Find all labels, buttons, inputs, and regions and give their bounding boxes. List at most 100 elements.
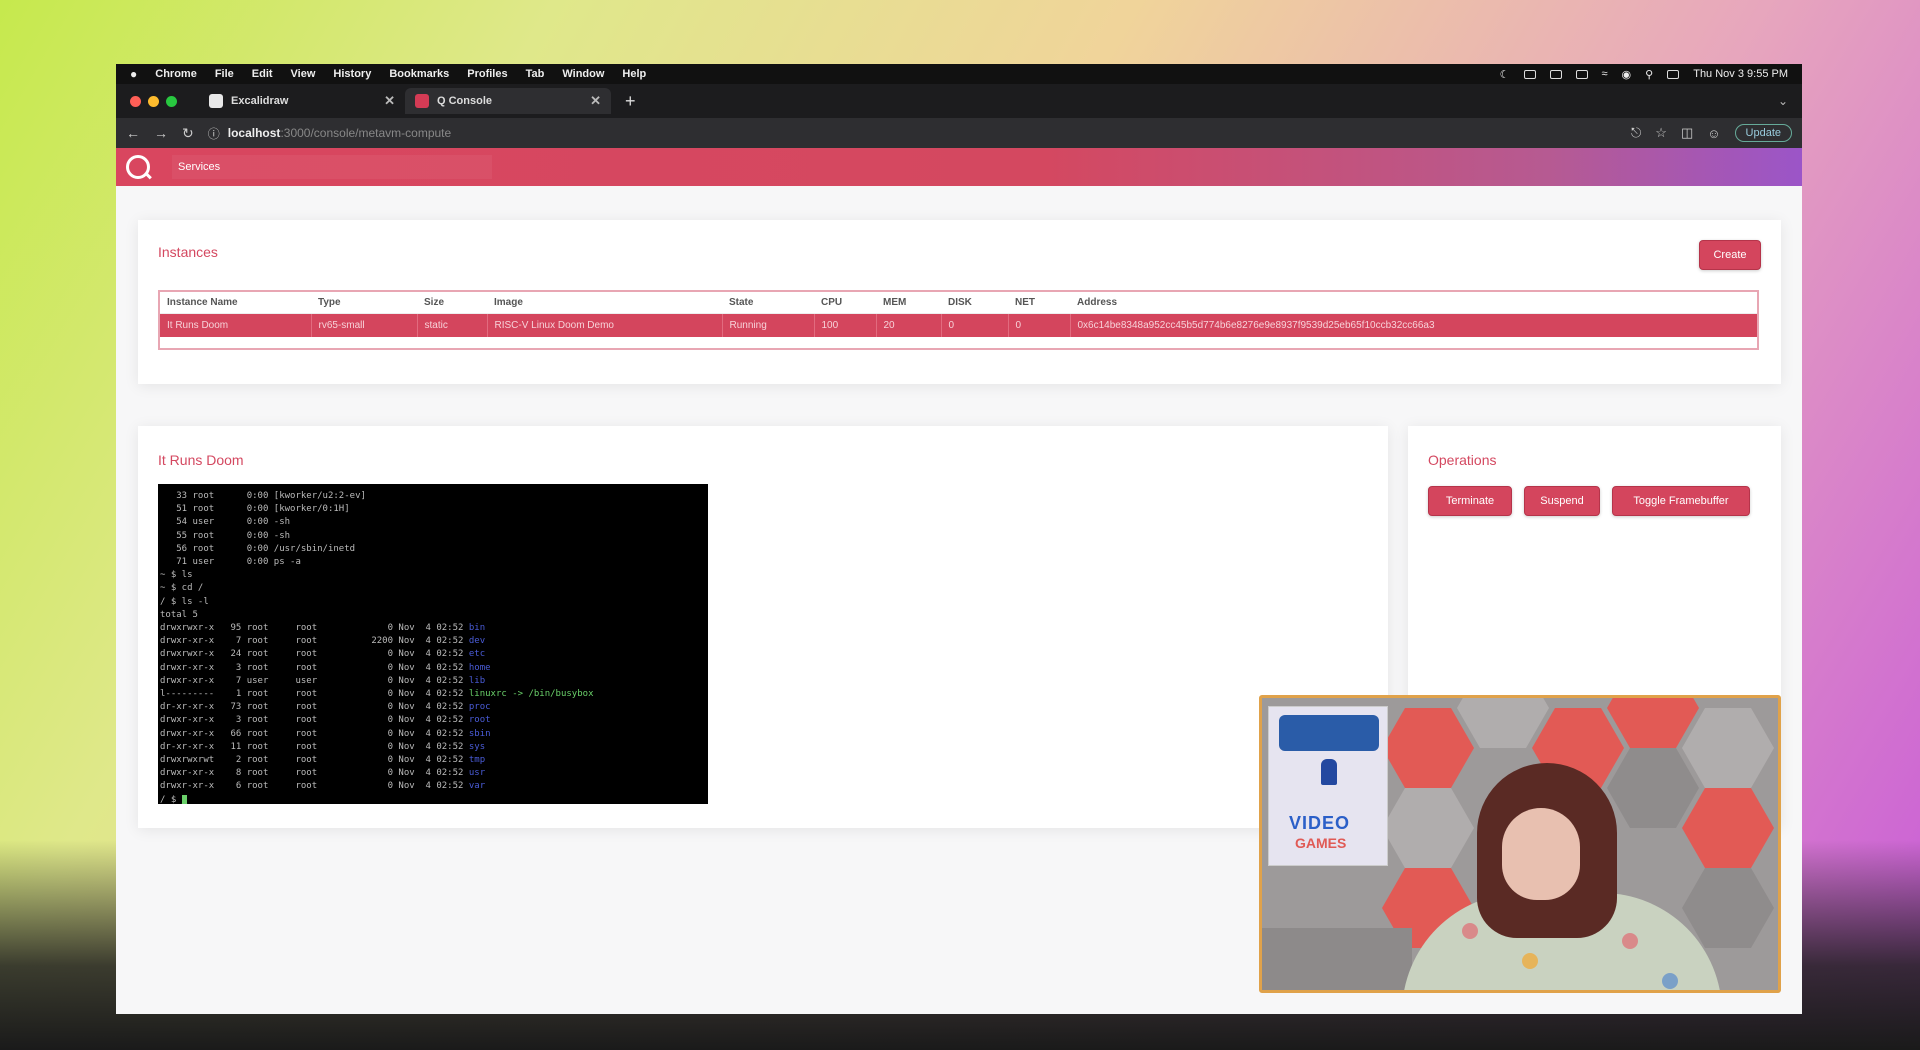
toggle-framebuffer-button[interactable]: Toggle Framebuffer (1612, 486, 1750, 516)
column-header[interactable]: Type (311, 291, 417, 314)
column-header[interactable]: DISK (941, 291, 1008, 314)
tab-q-console[interactable]: Q Console ✕ (405, 88, 611, 114)
menu-history[interactable]: History (333, 68, 371, 80)
column-header[interactable]: CPU (814, 291, 876, 314)
terminate-button[interactable]: Terminate (1428, 486, 1512, 516)
terminal-line-text: 54 user 0:00 -sh (160, 517, 291, 528)
services-menu[interactable]: Services (172, 155, 492, 179)
wall-hexagon (1607, 748, 1699, 828)
create-button[interactable]: Create (1699, 240, 1761, 270)
menu-view[interactable]: View (291, 68, 316, 80)
tab-bar: Excalidraw ✕ Q Console ✕ + ⌄ (116, 84, 1802, 118)
column-header[interactable]: NET (1008, 291, 1070, 314)
wall-poster: VIDEO GAMES (1268, 706, 1388, 866)
menu-file[interactable]: File (215, 68, 234, 80)
close-window-button[interactable] (130, 95, 141, 107)
terminal-line-text: drwxr-xr-x 66 root root 0 Nov 4 02:52 (160, 728, 469, 739)
zoom-window-button[interactable] (166, 95, 177, 107)
dress-flower (1622, 933, 1638, 949)
column-header[interactable]: Size (417, 291, 487, 314)
reload-icon[interactable]: ↻ (182, 125, 194, 142)
column-header[interactable]: MEM (876, 291, 941, 314)
menu-edit[interactable]: Edit (252, 68, 273, 80)
battery-icon[interactable] (1575, 69, 1588, 79)
minimize-window-button[interactable] (148, 95, 159, 107)
terminal-line: drwxrwxr-x 95 root root 0 Nov 4 02:52 bi… (160, 622, 708, 635)
menu-chrome[interactable]: Chrome (155, 68, 197, 80)
q-console-favicon-icon (415, 94, 429, 108)
cell-instance-name: It Runs Doom (159, 313, 312, 337)
operations-title: Operations (1428, 452, 1497, 468)
terminal-file-name: root (468, 715, 491, 726)
menu-window[interactable]: Window (562, 68, 604, 80)
terminal-file-name: sbin (468, 728, 491, 739)
instance-detail-card: It Runs Doom 33 root 0:00 [kworker/u2:2-… (138, 426, 1388, 828)
tab-label: Q Console (437, 95, 493, 107)
column-header[interactable]: Image (487, 291, 722, 314)
share-icon[interactable]: ⎋ (1631, 125, 1641, 141)
wall-hexagon (1682, 788, 1774, 868)
menubar-status-area: ☾ ≈ ◉ ⚲ Thu Nov 3 9:55 PM (1500, 68, 1788, 81)
terminal-line: / $ ls -l (160, 596, 708, 609)
terminal-line: dr-xr-xr-x 11 root root 0 Nov 4 02:52 sy… (160, 741, 708, 754)
column-header[interactable]: State (722, 291, 814, 314)
terminal-line-text: drwxr-xr-x 7 root root 2200 Nov 4 02:52 (160, 636, 469, 647)
terminal-line-text: total 5 (160, 609, 198, 620)
search-icon[interactable]: ⚲ (1645, 68, 1653, 81)
instances-title: Instances (158, 244, 218, 260)
terminal-line: drwxr-xr-x 7 user user 0 Nov 4 02:52 lib (160, 675, 708, 688)
column-header[interactable]: Instance Name (159, 291, 311, 314)
terminal-line-text: drwxr-xr-x 3 root root 0 Nov 4 02:52 (160, 662, 469, 673)
clock[interactable]: Thu Nov 3 9:55 PM (1693, 68, 1788, 80)
terminal-file-name: usr (468, 768, 486, 779)
wifi-icon[interactable]: ≈ (1602, 68, 1608, 80)
new-tab-icon[interactable]: + (625, 91, 636, 112)
terminal-file-name: lib (468, 675, 486, 686)
moon-icon[interactable]: ☾ (1500, 68, 1510, 81)
terminal-line: drwxr-xr-x 66 root root 0 Nov 4 02:52 sb… (160, 728, 708, 741)
wall-hexagon (1382, 708, 1474, 788)
address-bar-actions: ⎋ ☆ ◫ ☺ Update (1631, 124, 1792, 142)
terminal-line-text: ~ $ cd / (160, 583, 204, 594)
q-logo-icon[interactable] (126, 155, 150, 179)
menu-bookmarks[interactable]: Bookmarks (389, 68, 449, 80)
terminal-file-name: etc (468, 649, 486, 660)
close-icon[interactable]: ✕ (590, 93, 601, 109)
terminal-line: 33 root 0:00 [kworker/u2:2-ev] (160, 490, 708, 503)
terminal-line-text: drwxr-xr-x 3 root root 0 Nov 4 02:52 (160, 715, 469, 726)
url-input[interactable]: ⓘ localhost:3000/console/metavm-compute (208, 122, 1617, 144)
update-button[interactable]: Update (1734, 124, 1792, 142)
screen-icon[interactable] (1523, 69, 1536, 79)
terminal-line: / $ _ (160, 794, 708, 804)
back-icon[interactable]: ← (126, 125, 140, 141)
bookmark-star-icon[interactable]: ☆ (1655, 125, 1667, 141)
site-info-icon[interactable]: ⓘ (208, 125, 220, 142)
control-center-icon[interactable]: ◉ (1622, 68, 1632, 81)
wall-hexagon (1457, 698, 1549, 748)
column-header[interactable]: Address (1070, 291, 1758, 314)
apple-icon[interactable]: ● (130, 67, 137, 81)
menu-profiles[interactable]: Profiles (467, 68, 507, 80)
dress-flower (1522, 953, 1538, 969)
terminal-line: drwxr-xr-x 6 root root 0 Nov 4 02:52 var (160, 780, 708, 793)
terminal-line-text: drwxr-xr-x 7 user user 0 Nov 4 02:52 (160, 675, 469, 686)
dress-flower (1462, 923, 1478, 939)
menu-tab[interactable]: Tab (526, 68, 545, 80)
user-switch-icon[interactable] (1667, 69, 1680, 79)
terminal-line: ~ $ ls (160, 569, 708, 582)
menu-help[interactable]: Help (622, 68, 646, 80)
terminal-console[interactable]: 33 root 0:00 [kworker/u2:2-ev] 51 root 0… (158, 484, 708, 804)
close-icon[interactable]: ✕ (384, 93, 395, 109)
tab-excalidraw[interactable]: Excalidraw ✕ (199, 88, 405, 114)
forward-icon[interactable]: → (154, 125, 168, 141)
cell-mem: 20 (876, 313, 942, 337)
url-path: :3000/console/metavm-compute (280, 126, 452, 140)
profile-avatar-icon[interactable]: ☺ (1707, 126, 1720, 141)
sidebar-icon[interactable]: ◫ (1681, 125, 1693, 141)
suspend-button[interactable]: Suspend (1524, 486, 1600, 516)
chevron-down-icon[interactable]: ⌄ (1778, 94, 1788, 108)
display-icon[interactable] (1549, 69, 1562, 79)
wall-hexagon (1682, 708, 1774, 788)
terminal-file-name: home (468, 662, 491, 673)
table-row[interactable]: It Runs Doom rv65-small static RISC-V Li… (159, 313, 1759, 337)
